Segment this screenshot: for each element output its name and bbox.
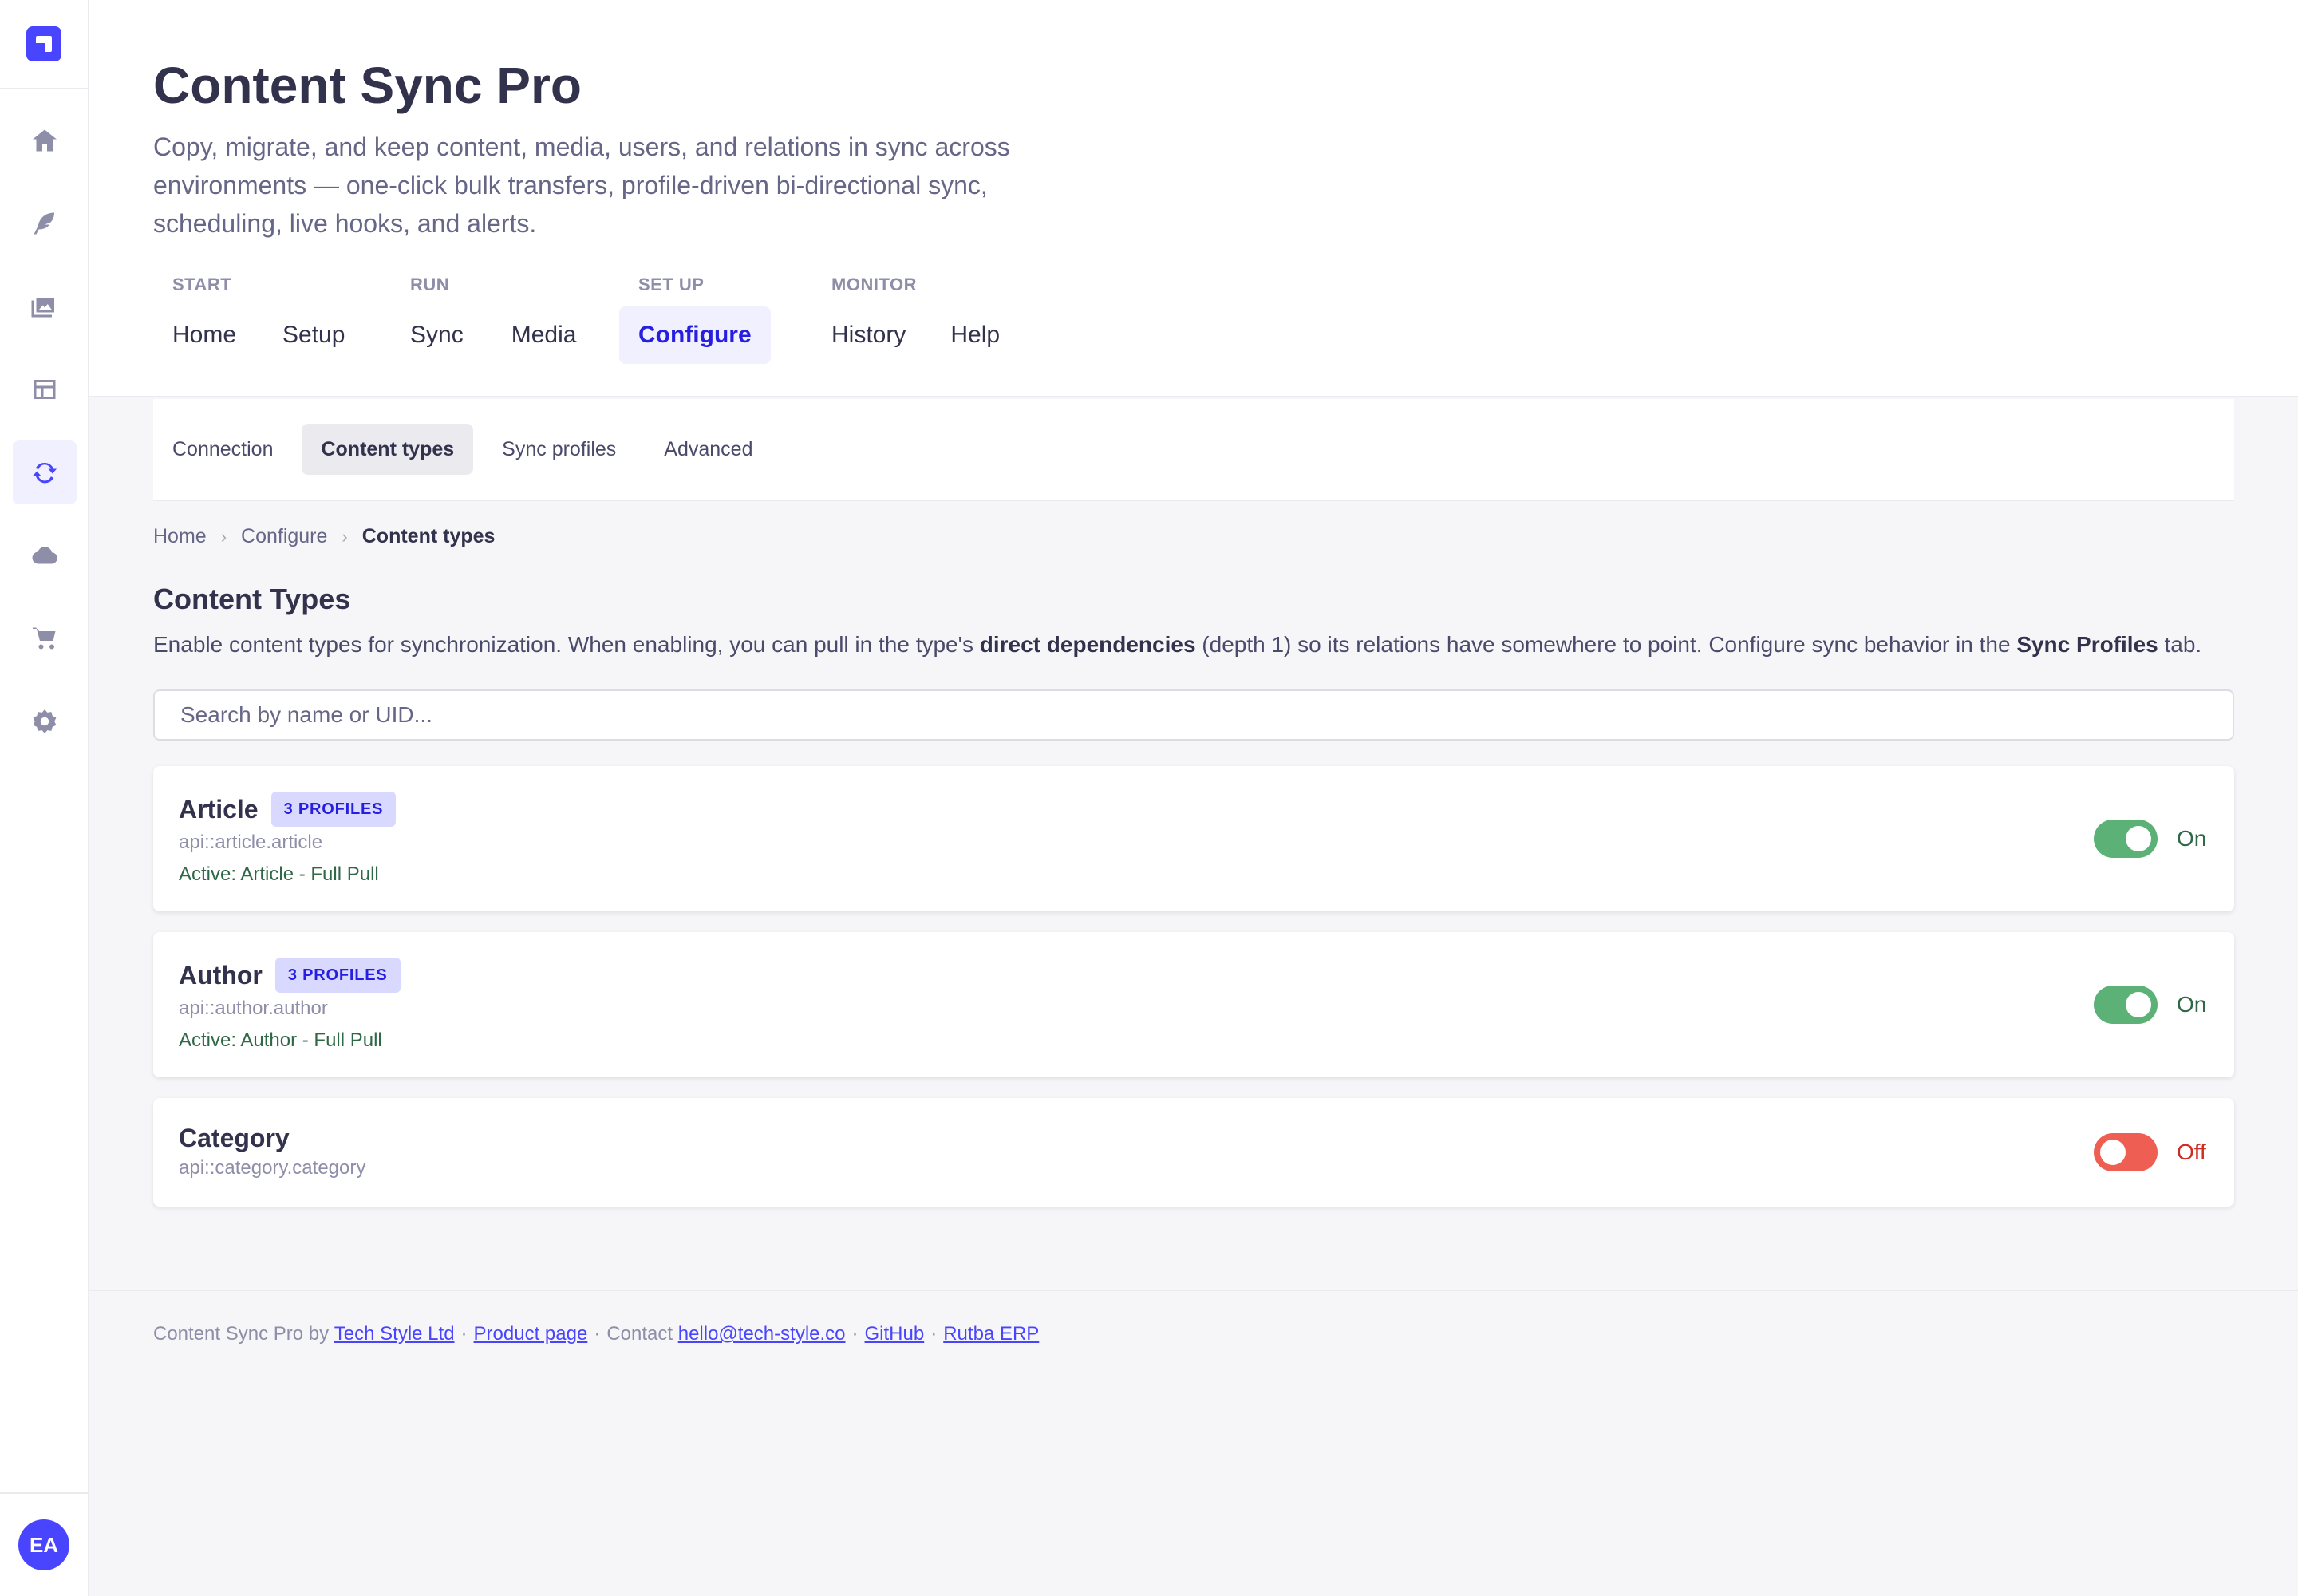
rail-item-marketplace[interactable]	[13, 606, 77, 670]
active-profile-text: Active: Article - Full Pull	[179, 863, 379, 885]
tab-advanced[interactable]: Advanced	[645, 424, 772, 475]
cart-icon	[33, 627, 56, 650]
toggle-state-label: On	[2177, 826, 2207, 851]
tab-sync-profiles[interactable]: Sync profiles	[483, 424, 635, 475]
profiles-badge: 3 PROFILES	[274, 958, 401, 993]
nav-item-configure[interactable]: Configure	[619, 306, 771, 364]
rail-item-content-type-builder[interactable]	[13, 358, 77, 421]
rail-item-settings[interactable]	[13, 689, 77, 753]
nav-group-run: RUN Sync Media	[391, 275, 595, 364]
rail-item-content-manager[interactable]	[13, 192, 77, 255]
nav-item-home[interactable]: Home	[153, 306, 255, 364]
settings-icon	[33, 709, 57, 733]
nav-group-label: START	[172, 275, 232, 294]
footer-email-link[interactable]: hello@tech-style.co	[678, 1323, 846, 1345]
nav-group-label: MONITOR	[831, 275, 917, 294]
content-type-uid: api::category.category	[179, 1157, 366, 1179]
nav-item-history[interactable]: History	[812, 306, 925, 364]
rail-nav	[0, 89, 88, 753]
content-type-card-author: Author 3 PROFILES api::author.author Act…	[153, 932, 2234, 1077]
feather-icon	[34, 212, 54, 235]
breadcrumb-current: Content types	[361, 525, 496, 547]
section-title: Content Types	[153, 583, 351, 615]
rail-item-content-sync[interactable]	[13, 440, 77, 504]
content-type-name: Category	[179, 1124, 290, 1152]
logo-area	[0, 0, 88, 89]
toggle-state-label: On	[2177, 992, 2207, 1017]
cloud-icon	[32, 547, 57, 564]
nav-group-set-up: SET UP Configure	[619, 275, 771, 364]
footer: Content Sync Pro by Tech Style Ltd · Pro…	[153, 1323, 1040, 1345]
content-type-name: Author	[179, 960, 263, 990]
footer-product-link[interactable]: Product page	[474, 1323, 588, 1345]
sync-toggle-article[interactable]	[2094, 820, 2158, 858]
page-description: Copy, migrate, and keep content, media, …	[153, 132, 1010, 238]
breadcrumb-configure[interactable]: Configure	[241, 525, 327, 548]
active-profile-text: Active: Author - Full Pull	[179, 1029, 382, 1051]
toggle-state-label: Off	[2177, 1140, 2206, 1164]
avatar[interactable]: EA	[18, 1519, 69, 1570]
rail-item-home[interactable]	[13, 109, 77, 172]
nav-item-sync[interactable]: Sync	[391, 306, 483, 364]
plugin-header: Content Sync Pro Copy, migrate, and keep…	[89, 0, 2298, 397]
home-icon	[33, 129, 57, 152]
configure-subtabs: Connection Content types Sync profiles A…	[153, 399, 2234, 501]
app-logo-icon[interactable]	[26, 26, 61, 61]
section-description: Enable content types for synchronization…	[153, 632, 2202, 657]
breadcrumb-separator-icon: ›	[220, 526, 227, 547]
footer-divider	[89, 1290, 2298, 1291]
sync-toggle-category[interactable]	[2094, 1133, 2158, 1171]
content-type-name: Article	[179, 794, 259, 824]
footer-company-link[interactable]: Tech Style Ltd	[334, 1323, 455, 1345]
tab-content-types[interactable]: Content types	[302, 424, 474, 475]
rail-item-cloud[interactable]	[13, 523, 77, 587]
content-type-card-category: Category api::category.category Off	[153, 1098, 2234, 1207]
nav-item-setup[interactable]: Setup	[263, 306, 364, 364]
layout-icon	[34, 380, 56, 399]
nav-group-label: SET UP	[638, 275, 705, 294]
breadcrumb-home[interactable]: Home	[153, 525, 207, 548]
media-library-icon	[31, 298, 54, 318]
profiles-badge: 3 PROFILES	[270, 792, 397, 827]
footer-erp-link[interactable]: Rutba ERP	[943, 1323, 1039, 1345]
sync-icon	[33, 462, 57, 484]
left-rail: EA	[0, 0, 89, 1596]
tab-connection[interactable]: Connection	[153, 424, 292, 475]
footer-github-link[interactable]: GitHub	[865, 1323, 925, 1345]
nav-item-help[interactable]: Help	[931, 306, 1019, 364]
search-input[interactable]	[153, 689, 2234, 741]
rail-user-area: EA	[0, 1492, 88, 1596]
nav-group-label: RUN	[410, 275, 450, 294]
content-type-uid: api::author.author	[179, 998, 328, 1019]
nav-group-monitor: MONITOR History Help	[812, 275, 1019, 364]
breadcrumb-separator-icon: ›	[342, 526, 348, 547]
sync-toggle-author[interactable]	[2094, 986, 2158, 1024]
page-title: Content Sync Pro	[153, 57, 582, 114]
breadcrumb: Home › Configure › Content types	[153, 525, 495, 548]
nav-item-media[interactable]: Media	[492, 306, 596, 364]
content-type-uid: api::article.article	[179, 832, 323, 853]
nav-group-start: START Home Setup	[153, 275, 364, 364]
rail-item-media-library[interactable]	[13, 275, 77, 338]
content-type-card-article: Article 3 PROFILES api::article.article …	[153, 766, 2234, 911]
